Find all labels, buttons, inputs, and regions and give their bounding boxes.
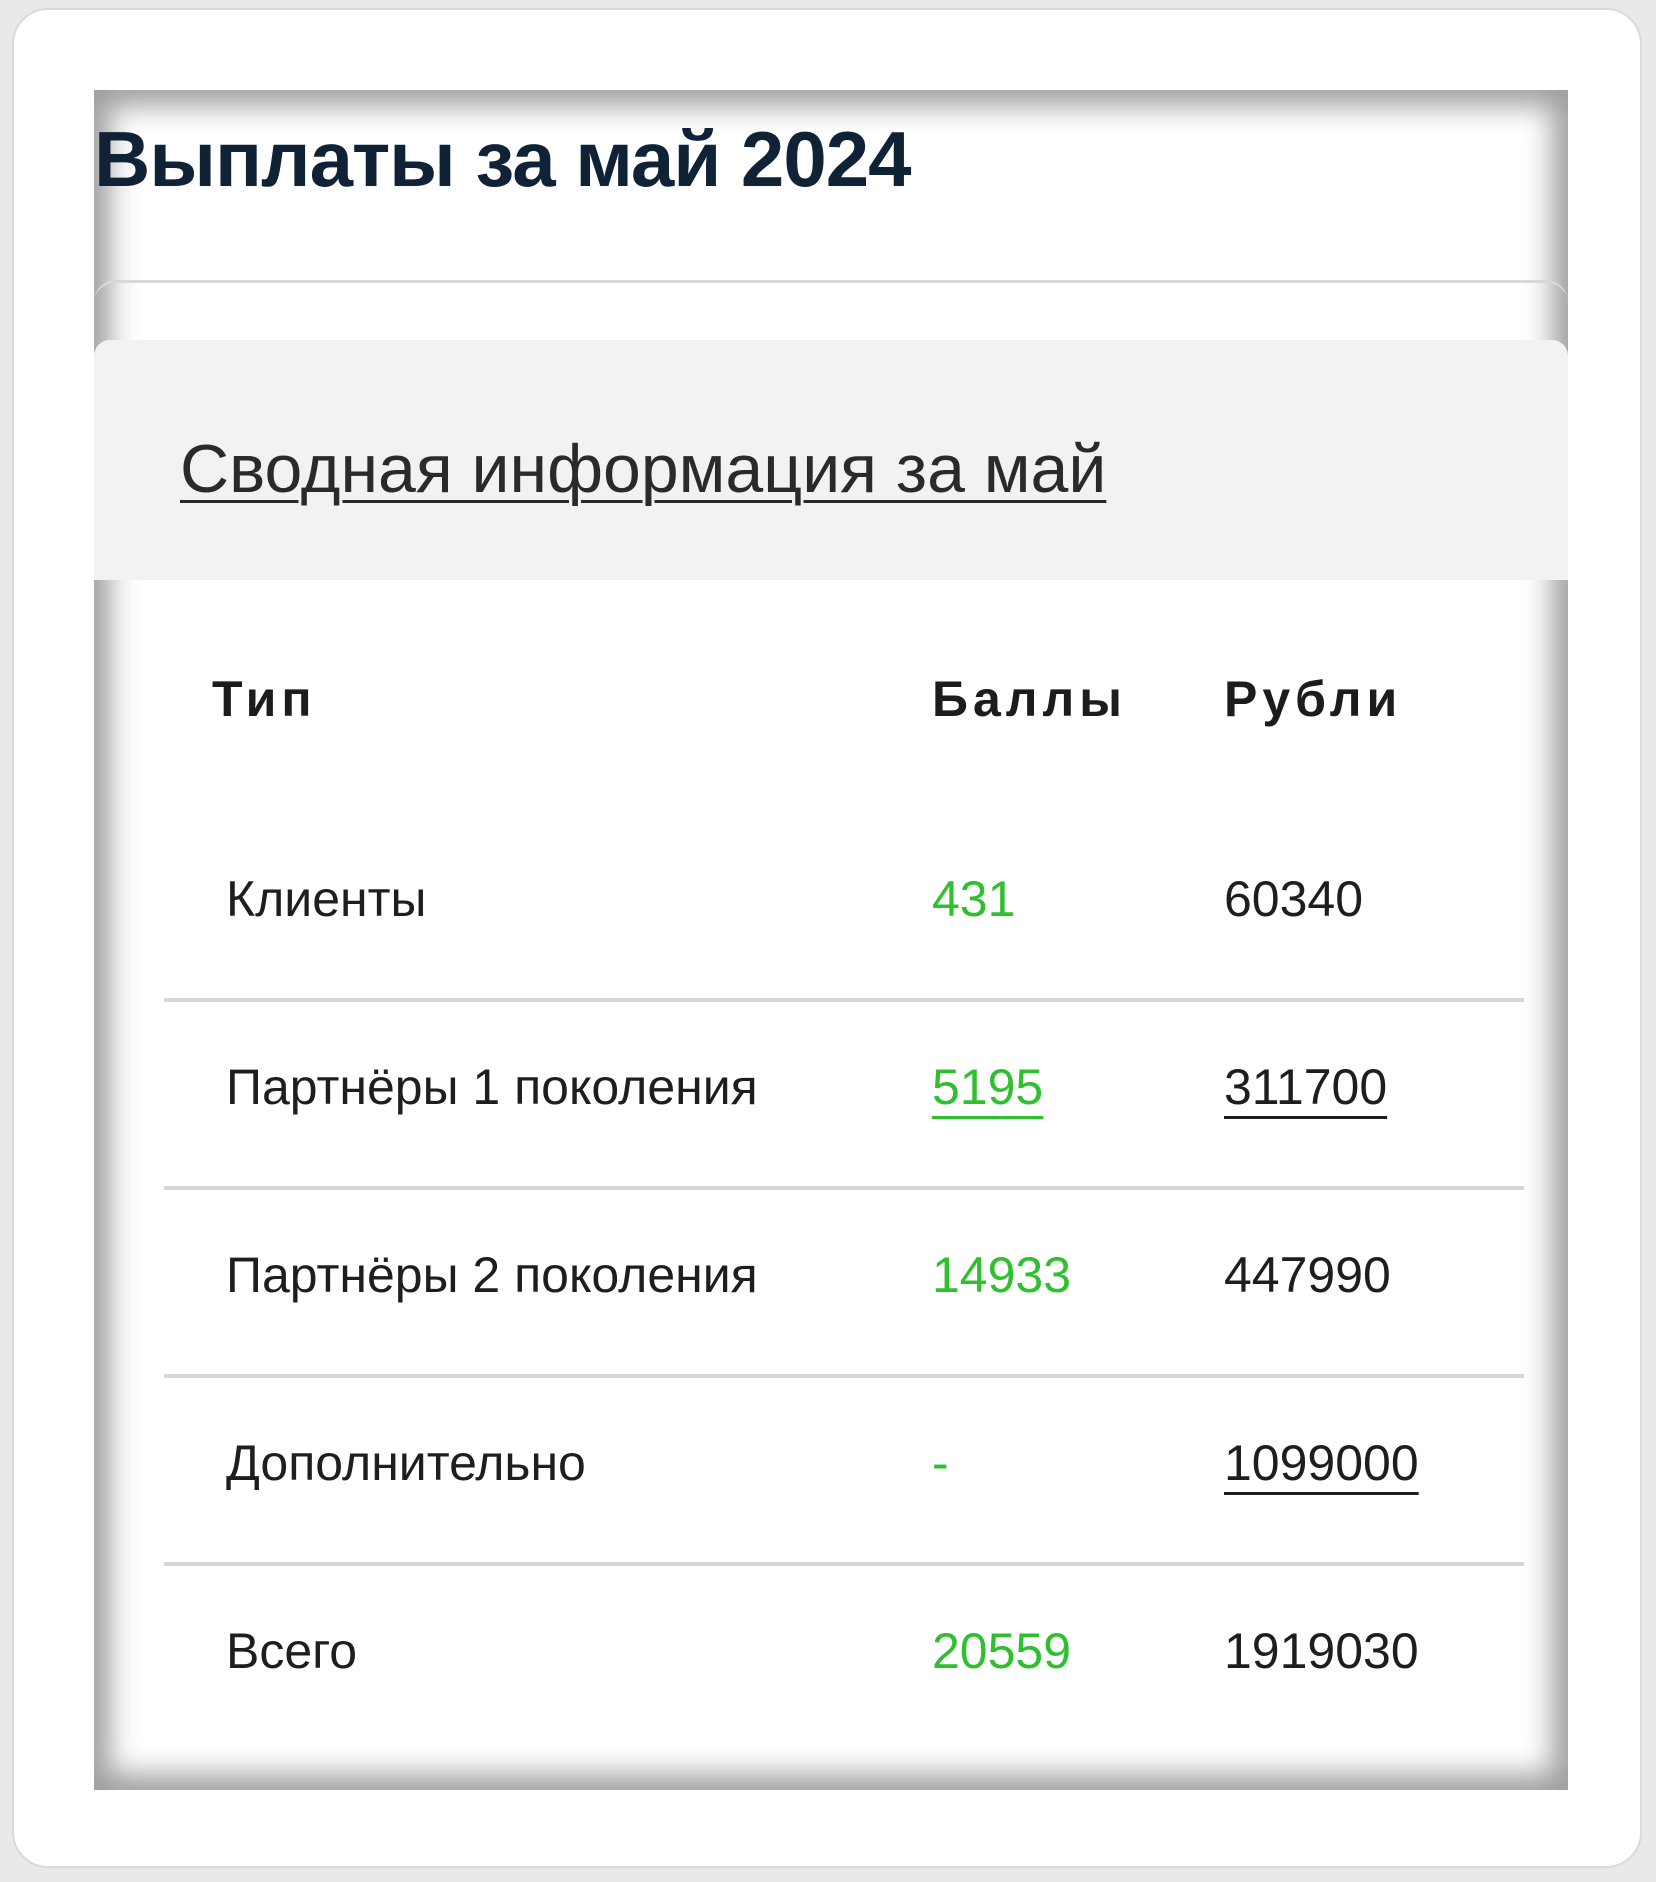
table-row-total: Всего 20559 1919030: [164, 1562, 1524, 1750]
row-points: 14933: [932, 1247, 1072, 1303]
row-points: 431: [932, 871, 1016, 927]
row-type: Дополнительно: [226, 1435, 586, 1491]
table-row-clients: Клиенты 431 60340: [164, 810, 1524, 1002]
row-type: Партнёры 1 поколения: [226, 1059, 758, 1115]
row-type: Всего: [226, 1623, 358, 1679]
table-row-partners-gen1: Партнёры 1 поколения 5195 311700: [164, 998, 1524, 1190]
screenshot-frame: Выплаты за май 2024 Сводная информация з…: [12, 8, 1642, 1868]
row-rubles: 60340: [1224, 871, 1364, 927]
row-rubles: 447990: [1224, 1247, 1391, 1303]
row-points: 20559: [932, 1623, 1072, 1679]
column-header-rubles: Рубли: [1224, 671, 1403, 727]
row-type: Партнёры 2 поколения: [226, 1247, 758, 1303]
row-points: -: [932, 1435, 949, 1491]
row-type: Клиенты: [226, 871, 427, 927]
summary-title-link[interactable]: Сводная информация за май: [180, 430, 1106, 508]
page-title: Выплаты за май 2024: [94, 115, 911, 203]
summary-card-header: Сводная информация за май: [94, 340, 1568, 580]
row-rubles: 1919030: [1224, 1623, 1419, 1679]
row-points-link[interactable]: 5195: [932, 1058, 1043, 1116]
table-row-additional: Дополнительно - 1099000: [164, 1374, 1524, 1566]
row-rubles-link[interactable]: 311700: [1224, 1058, 1387, 1116]
column-header-type: Тип: [212, 671, 317, 727]
row-rubles-link[interactable]: 1099000: [1224, 1434, 1419, 1492]
column-header-points: Баллы: [932, 671, 1127, 727]
table-row-partners-gen2: Партнёры 2 поколения 14933 447990: [164, 1186, 1524, 1378]
